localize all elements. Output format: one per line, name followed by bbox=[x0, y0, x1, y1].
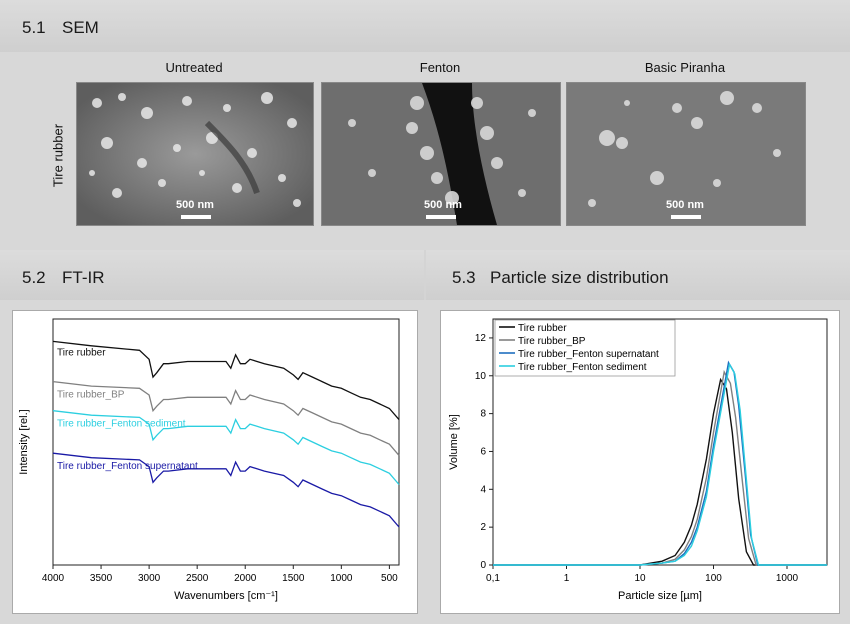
psd-series-line bbox=[493, 362, 827, 566]
psd-y-tick-label: 4 bbox=[480, 484, 486, 495]
psd-section-title: Particle size distribution bbox=[490, 268, 669, 287]
ftir-section-number: 5.2 bbox=[22, 268, 46, 287]
sem-section-title: SEM bbox=[62, 18, 99, 37]
psd-legend-label: Tire rubber_Fenton supernatant bbox=[518, 349, 659, 360]
ftir-x-tick-label: 500 bbox=[381, 573, 398, 584]
sem-col-fenton: Fenton bbox=[419, 60, 461, 75]
ftir-chart: 4000 3500 3000 2500 2000 1500 1000 500 Wavenumbe… bbox=[18, 318, 400, 602]
psd-y-tick-label: 0 bbox=[480, 560, 486, 571]
psd-legend-label: Tire rubber_Fenton sediment bbox=[518, 362, 647, 373]
ftir-x-tick-label: 1500 bbox=[282, 573, 305, 584]
psd-x-tick-label: 100 bbox=[705, 573, 722, 584]
sem-section-number: 5.1 bbox=[22, 18, 46, 37]
scalebar-label-fenton: 500 nm bbox=[424, 199, 462, 211]
sem-row-label: Tire rubber bbox=[50, 123, 66, 188]
psd-x-tick-label: 1000 bbox=[776, 573, 799, 584]
psd-y-tick-label: 6 bbox=[480, 446, 486, 457]
ftir-x-tick-label: 2000 bbox=[234, 573, 257, 584]
ftir-x-tick-label: 4000 bbox=[42, 573, 65, 584]
psd-legend: Tire rubber Tire rubber_BP Tire rubber_Fen… bbox=[494, 319, 676, 377]
ftir-chart-box: 4000 3500 3000 2500 2000 1500 1000 500 Wavenumbe… bbox=[12, 310, 418, 614]
psd-x-tick-label: 10 bbox=[634, 573, 646, 584]
ftir-series-label: Tire rubber_Fenton supernatant bbox=[57, 461, 198, 472]
psd-chart: 0,1 1 10 100 1000 0 2 4 6 8 10 12 Particle size [µm]… bbox=[448, 318, 828, 602]
ftir-x-tick-label: 1000 bbox=[330, 573, 353, 584]
psd-x-tick-label: 0,1 bbox=[486, 573, 500, 584]
psd-legend-label: Tire rubber bbox=[518, 323, 567, 334]
sem-col-basic-piranha: Basic Piranha bbox=[644, 60, 726, 75]
sem-header-band bbox=[0, 0, 850, 52]
psd-series-line bbox=[493, 377, 827, 566]
ftir-x-axis-label: Wavenumbers [cm⁻¹] bbox=[174, 590, 278, 602]
psd-series-line bbox=[493, 360, 827, 566]
psd-x-tick-label: 1 bbox=[564, 573, 570, 584]
psd-y-tick-label: 10 bbox=[475, 371, 487, 382]
scalebar-label-untreated: 500 nm bbox=[176, 199, 214, 211]
psd-y-tick-label: 2 bbox=[480, 522, 486, 533]
psd-y-tick-label: 12 bbox=[475, 333, 487, 344]
psd-y-tick-label: 8 bbox=[480, 409, 486, 420]
ftir-x-tick-label: 3000 bbox=[138, 573, 161, 584]
psd-series-line bbox=[493, 369, 827, 566]
psd-y-axis-label: Volume [%] bbox=[448, 414, 460, 470]
ftir-series-label: Tire rubber_BP bbox=[57, 390, 125, 401]
psd-chart-box: 0,1 1 10 100 1000 0 2 4 6 8 10 12 Particle size [µm]… bbox=[440, 310, 840, 614]
ftir-section-title: FT-IR bbox=[62, 268, 105, 287]
psd-section-number: 5.3 bbox=[452, 268, 476, 287]
ftir-x-tick-label: 3500 bbox=[90, 573, 113, 584]
ftir-x-tick-label: 2500 bbox=[186, 573, 209, 584]
psd-x-axis-label: Particle size [µm] bbox=[618, 590, 702, 602]
sem-col-untreated: Untreated bbox=[165, 60, 223, 75]
ftir-series-label: Tire rubber_Fenton sediment bbox=[57, 419, 186, 430]
ftir-series-label: Tire rubber bbox=[57, 347, 106, 358]
scalebar-label-basic-piranha: 500 nm bbox=[666, 199, 704, 211]
psd-legend-label: Tire rubber_BP bbox=[518, 336, 586, 347]
ftir-y-axis-label: Intensity [rel.] bbox=[18, 409, 30, 474]
